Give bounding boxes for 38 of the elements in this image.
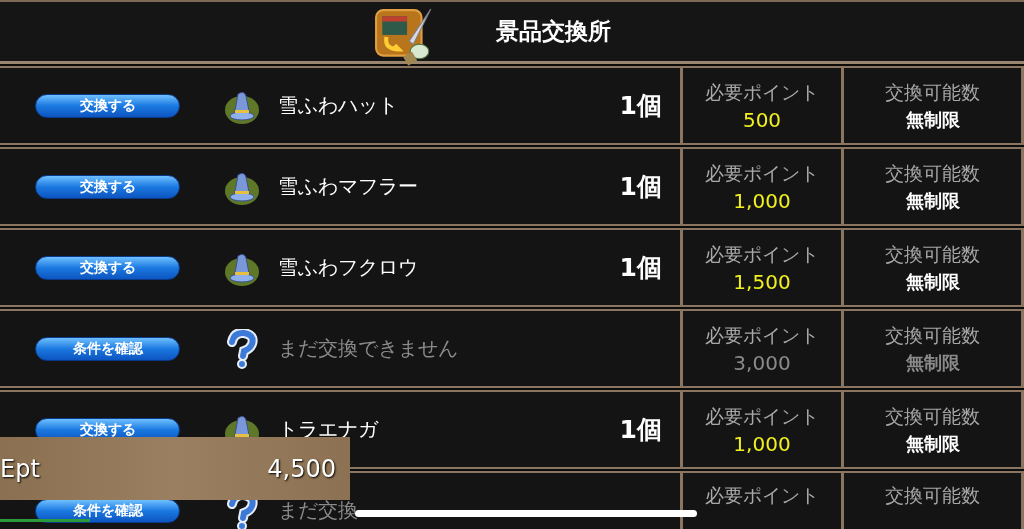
count-value: 無制限 bbox=[905, 188, 960, 213]
points-value: 500 bbox=[742, 107, 782, 132]
item-quantity: 1個 bbox=[619, 414, 662, 446]
item-name: 雪ふわハット bbox=[278, 92, 398, 119]
points-label: 必要ポイント bbox=[705, 403, 819, 429]
exchange-button[interactable]: 交換する bbox=[35, 93, 180, 118]
item-quantity: 1個 bbox=[619, 171, 662, 203]
exchange-button[interactable]: 交換する bbox=[35, 174, 180, 199]
count-label: 交換可能数 bbox=[885, 241, 980, 267]
exchange-button[interactable]: 交換する bbox=[35, 255, 180, 280]
points-label: 必要ポイント bbox=[705, 322, 819, 348]
points-value: 3,000 bbox=[733, 350, 791, 375]
item-name: 雪ふわマフラー bbox=[278, 173, 418, 200]
count-value: 無制限 bbox=[905, 350, 960, 375]
points-value: 1,000 bbox=[733, 431, 791, 456]
count-value: 無制限 bbox=[905, 431, 960, 456]
item-name: 雪ふわフクロウ bbox=[278, 254, 418, 281]
count-label: 交換可能数 bbox=[885, 403, 980, 429]
points-value: 1,000 bbox=[733, 188, 791, 213]
count-value: 無制限 bbox=[905, 107, 960, 132]
count-value: 無制限 bbox=[905, 269, 960, 294]
count-label: 交換可能数 bbox=[885, 79, 980, 105]
points-label: 必要ポイント bbox=[705, 79, 819, 105]
item-name: まだ交換できません bbox=[278, 335, 458, 362]
count-label: 交換可能数 bbox=[885, 322, 980, 348]
count-label: 交換可能数 bbox=[885, 483, 980, 508]
points-label: 必要ポイント bbox=[705, 483, 819, 508]
points-label: 必要ポイント bbox=[705, 241, 819, 267]
item-quantity: 1個 bbox=[619, 252, 662, 284]
item-quantity: 1個 bbox=[619, 90, 662, 122]
points-total: 4,500 bbox=[267, 454, 336, 483]
exchange-button[interactable]: 条件を確認 bbox=[35, 336, 180, 361]
count-label: 交換可能数 bbox=[885, 160, 980, 186]
points-name: Ept bbox=[0, 454, 40, 483]
screen-title: 景品交換所 bbox=[495, 17, 611, 46]
points-value: 1,500 bbox=[733, 269, 791, 294]
item-name: まだ交換 bbox=[278, 497, 358, 524]
points-label: 必要ポイント bbox=[705, 160, 819, 186]
